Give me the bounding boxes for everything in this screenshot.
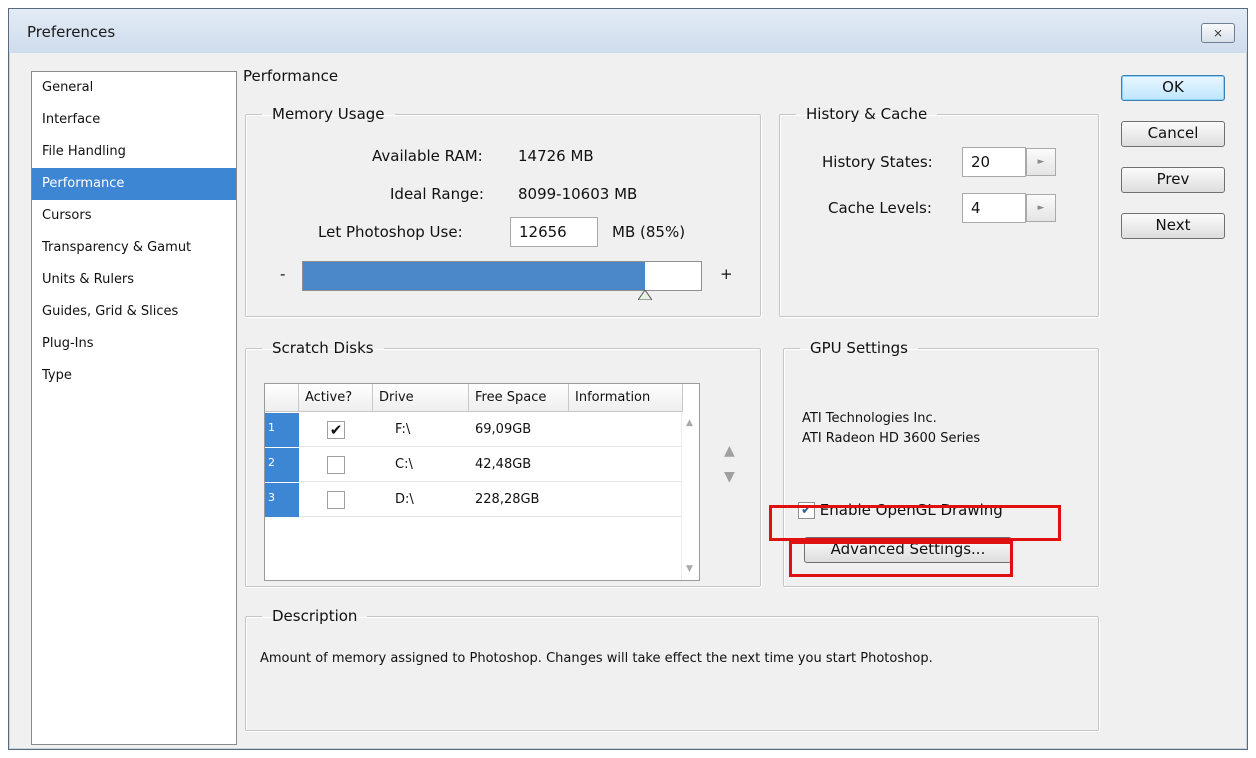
- memory-amount-input[interactable]: 12656: [510, 217, 598, 247]
- header-drive[interactable]: Drive: [373, 384, 469, 412]
- table-row[interactable]: 1 ✔ F:\ 69,09GB: [265, 413, 683, 447]
- cache-levels-label: Cache Levels:: [828, 199, 932, 217]
- available-ram-label: Available RAM:: [372, 147, 483, 165]
- category-performance[interactable]: Performance: [32, 168, 236, 200]
- category-type[interactable]: Type: [32, 360, 236, 392]
- category-label: Units & Rulers: [42, 272, 135, 287]
- category-transparency-gamut[interactable]: Transparency & Gamut: [32, 232, 236, 264]
- drive-cell: D:\: [395, 492, 414, 507]
- preferences-window: Preferences ⨯ General Interface File Han…: [8, 8, 1248, 750]
- slider-minus-label: -: [280, 265, 286, 283]
- memory-slider[interactable]: [302, 261, 702, 300]
- close-icon: ⨯: [1212, 26, 1224, 40]
- ideal-range-value: 8099-10603 MB: [518, 185, 638, 203]
- table-header-corner: [265, 384, 299, 412]
- category-label: General: [42, 80, 94, 95]
- let-photoshop-use-label: Let Photoshop Use:: [318, 223, 463, 241]
- row-number: 2: [265, 448, 299, 482]
- play-arrow-icon: ►: [1037, 157, 1045, 167]
- category-label: Plug-Ins: [42, 336, 94, 351]
- advanced-settings-highlight-box: [789, 541, 1013, 577]
- gpu-vendor: ATI Technologies Inc.: [802, 411, 937, 426]
- category-label: Transparency & Gamut: [42, 240, 192, 255]
- free-space-cell: 42,48GB: [475, 457, 532, 472]
- available-ram-value: 14726 MB: [518, 147, 594, 165]
- category-units-rulers[interactable]: Units & Rulers: [32, 264, 236, 296]
- description-text: Amount of memory assigned to Photoshop. …: [260, 651, 933, 666]
- category-cursors[interactable]: Cursors: [32, 200, 236, 232]
- description-legend: Description: [272, 607, 358, 625]
- free-space-cell: 228,28GB: [475, 492, 540, 507]
- category-interface[interactable]: Interface: [32, 104, 236, 136]
- row-number: 1: [265, 413, 299, 447]
- category-label: Type: [42, 368, 72, 383]
- category-label: File Handling: [42, 144, 126, 159]
- scroll-down-icon[interactable]: ▼: [686, 564, 693, 574]
- drive-cell: C:\: [395, 457, 413, 472]
- header-active[interactable]: Active?: [299, 384, 373, 412]
- history-cache-group: History & Cache History States: 20 ► Cac…: [779, 105, 1099, 317]
- category-general[interactable]: General: [32, 72, 236, 104]
- scratch-disks-legend: Scratch Disks: [272, 339, 374, 357]
- table-row[interactable]: 2 C:\ 42,48GB: [265, 448, 683, 482]
- history-states-spinner[interactable]: ►: [1026, 148, 1056, 176]
- section-title: Performance: [243, 67, 339, 85]
- cache-levels-spinner[interactable]: ►: [1026, 194, 1056, 222]
- table-scrollbar[interactable]: ▲ ▼: [681, 412, 699, 580]
- active-checkbox[interactable]: [327, 456, 345, 474]
- table-row[interactable]: 3 D:\ 228,28GB: [265, 483, 683, 517]
- gpu-settings-legend: GPU Settings: [810, 339, 908, 357]
- category-label: Cursors: [42, 208, 92, 223]
- cancel-button[interactable]: Cancel: [1121, 121, 1225, 147]
- gpu-info: ATI Technologies Inc. ATI Radeon HD 3600…: [802, 409, 980, 449]
- category-label: Performance: [42, 176, 125, 191]
- ok-button[interactable]: OK: [1121, 75, 1225, 101]
- category-label: Guides, Grid & Slices: [42, 304, 179, 319]
- gpu-model: ATI Radeon HD 3600 Series: [802, 431, 981, 446]
- history-states-label: History States:: [822, 153, 933, 171]
- category-guides-grid-slices[interactable]: Guides, Grid & Slices: [32, 296, 236, 328]
- memory-percent-label: MB (85%): [612, 223, 686, 241]
- history-cache-legend: History & Cache: [806, 105, 928, 123]
- active-checkbox[interactable]: ✔: [327, 421, 345, 439]
- cache-levels-input[interactable]: 4: [962, 193, 1026, 223]
- active-checkbox[interactable]: [327, 491, 345, 509]
- dialog-content: General Interface File Handling Performa…: [9, 53, 1247, 749]
- close-button[interactable]: ⨯: [1201, 23, 1235, 43]
- title-bar[interactable]: Preferences ⨯: [9, 9, 1247, 53]
- slider-plus-label: +: [720, 265, 733, 283]
- row-number: 3: [265, 483, 299, 517]
- category-list: General Interface File Handling Performa…: [31, 71, 237, 745]
- history-states-input[interactable]: 20: [962, 147, 1026, 177]
- window-title: Preferences: [27, 23, 116, 41]
- next-button[interactable]: Next: [1121, 213, 1225, 239]
- category-file-handling[interactable]: File Handling: [32, 136, 236, 168]
- header-free-space[interactable]: Free Space: [469, 384, 569, 412]
- ideal-range-label: Ideal Range:: [390, 185, 484, 203]
- category-plug-ins[interactable]: Plug-Ins: [32, 328, 236, 360]
- scratch-disks-table: Active? Drive Free Space Information 1 ✔…: [264, 383, 700, 581]
- memory-usage-legend: Memory Usage: [272, 105, 385, 123]
- scratch-disks-group: Scratch Disks Active? Drive Free Space I…: [245, 339, 761, 587]
- description-group: Description Amount of memory assigned to…: [245, 607, 1099, 731]
- drive-cell: F:\: [395, 422, 411, 437]
- header-information[interactable]: Information: [569, 384, 683, 412]
- slider-thumb-icon[interactable]: [638, 290, 652, 300]
- move-down-icon[interactable]: ▼: [724, 469, 735, 485]
- memory-usage-group: Memory Usage Available RAM: 14726 MB Ide…: [245, 105, 761, 317]
- play-arrow-icon: ►: [1037, 203, 1045, 213]
- move-up-icon[interactable]: ▲: [724, 443, 735, 459]
- scroll-up-icon[interactable]: ▲: [686, 418, 693, 428]
- prev-button[interactable]: Prev: [1121, 167, 1225, 193]
- memory-slider-fill: [303, 262, 645, 290]
- category-label: Interface: [42, 112, 101, 127]
- opengl-highlight-box: [769, 505, 1061, 541]
- free-space-cell: 69,09GB: [475, 422, 532, 437]
